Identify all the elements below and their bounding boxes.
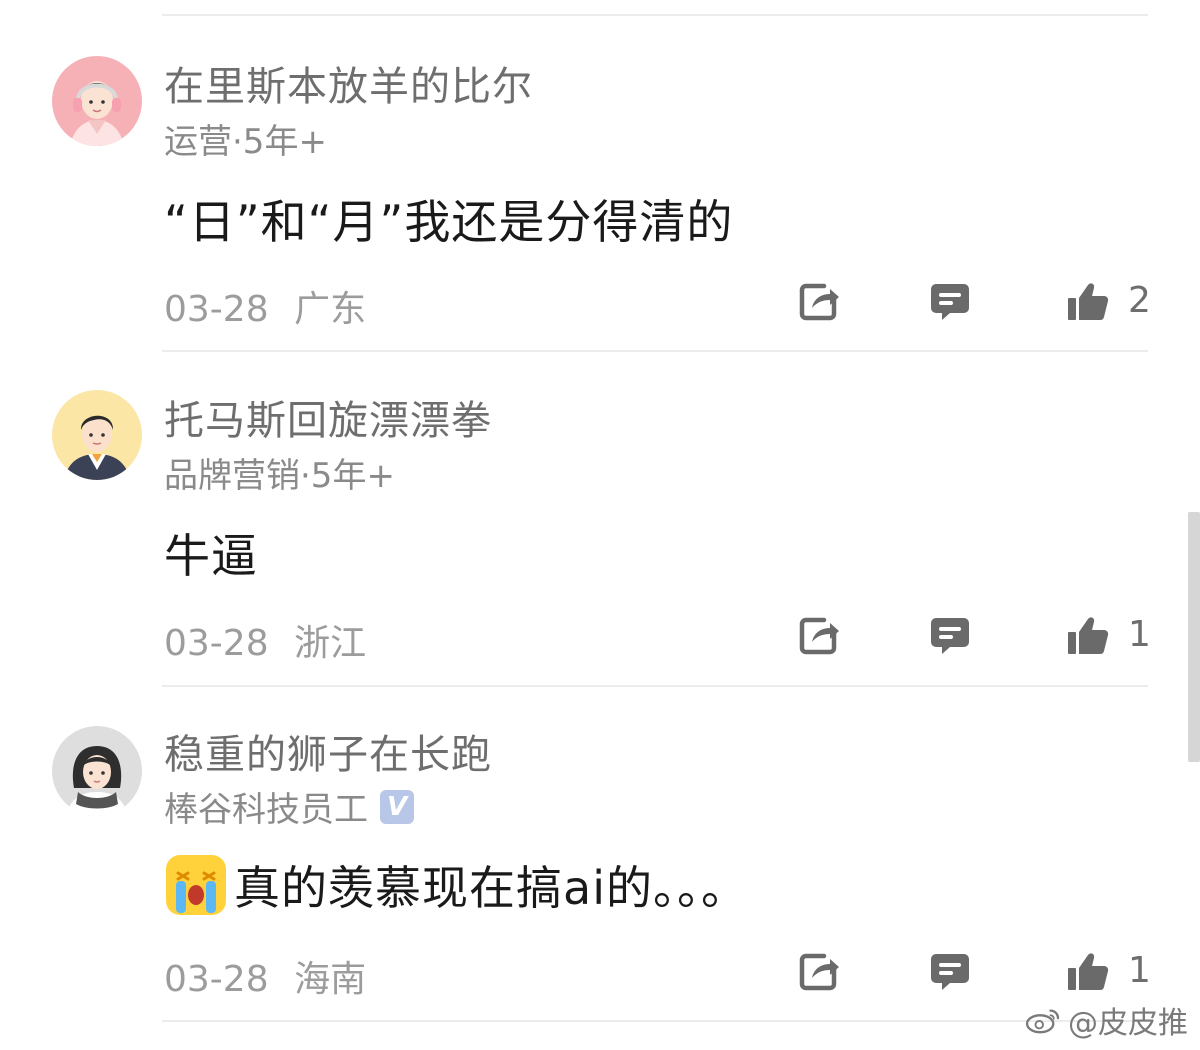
comment-divider [162,1020,1148,1022]
share-icon [799,953,839,991]
comment-date: 03-28 [164,959,269,1000]
like-count: 1 [1128,614,1151,655]
comment-location: 广东 [294,289,367,330]
like-count: 2 [1128,280,1151,321]
reply-button[interactable] [928,950,972,994]
user-meta: 棒谷科技员工 V [164,782,414,831]
watermark-text: @皮皮推 [1068,1006,1188,1041]
comment-footer: 03-28 浙江 1 [164,606,1151,666]
comment-text: 牛逼 [164,529,258,583]
avatar-headphones-pink-icon [52,56,142,146]
like-button[interactable] [1066,614,1110,658]
user-avatar[interactable] [52,726,142,816]
user-avatar[interactable] [52,56,142,146]
reply-button[interactable] [928,614,972,658]
like-count: 1 [1128,950,1151,991]
reply-icon [931,954,969,990]
comment-body: 真的羡慕现在搞ai的。。。 [164,852,748,918]
comment-date: 03-28 [164,289,269,330]
reply-button[interactable] [928,280,972,324]
comment-footer: 03-28 海南 1 [164,942,1151,1002]
date-location: 03-28 浙江 [164,614,366,666]
verified-badge: V [380,789,414,824]
comment-divider [162,350,1148,352]
weibo-logo-icon [1025,1009,1060,1034]
username[interactable]: 稳重的狮子在长跑 [164,722,492,780]
comment-text: “日”和“月”我还是分得清的 [164,195,734,249]
comment-body: “日”和“月”我还是分得清的 [164,186,733,252]
user-meta: 品牌营销·5年+ [164,448,395,497]
share-button[interactable] [798,614,842,658]
thumbs-up-icon [1068,617,1109,655]
comment-divider [162,685,1148,687]
top-divider [162,14,1148,16]
username[interactable]: 在里斯本放羊的比尔 [164,54,533,112]
comment-footer: 03-28 广东 2 [164,272,1151,332]
loudly-crying-emoji-icon [166,855,226,915]
date-location: 03-28 广东 [164,280,366,332]
comment-date: 03-28 [164,623,269,664]
thumbs-up-icon [1068,953,1109,991]
thumbs-up-icon [1068,283,1109,321]
reply-icon [931,284,969,320]
reply-icon [931,618,969,654]
user-meta: 运营·5年+ [164,114,327,163]
user-meta-text: 棒谷科技员工 [164,790,368,830]
share-button[interactable] [798,280,842,324]
comment-location: 海南 [294,959,367,1000]
watermark: @皮皮推 [1024,998,1188,1042]
date-location: 03-28 海南 [164,950,366,1002]
username[interactable]: 托马斯回旋漂漂拳 [164,388,492,446]
share-button[interactable] [798,950,842,994]
avatar-man-yellow-icon [52,390,142,480]
comment-location: 浙江 [294,623,367,664]
avatar-girl-scarf-icon [52,726,142,816]
user-avatar[interactable] [52,390,142,480]
share-icon [799,617,839,655]
share-icon [799,283,839,321]
like-button[interactable] [1066,950,1110,994]
like-button[interactable] [1066,280,1110,324]
user-meta-text: 品牌营销·5年+ [164,456,395,496]
comment-body: 牛逼 [164,520,258,586]
user-meta-text: 运营·5年+ [164,122,327,162]
scrollbar[interactable] [1188,512,1200,762]
comment-text: 真的羡慕现在搞ai的。。。 [234,861,748,915]
